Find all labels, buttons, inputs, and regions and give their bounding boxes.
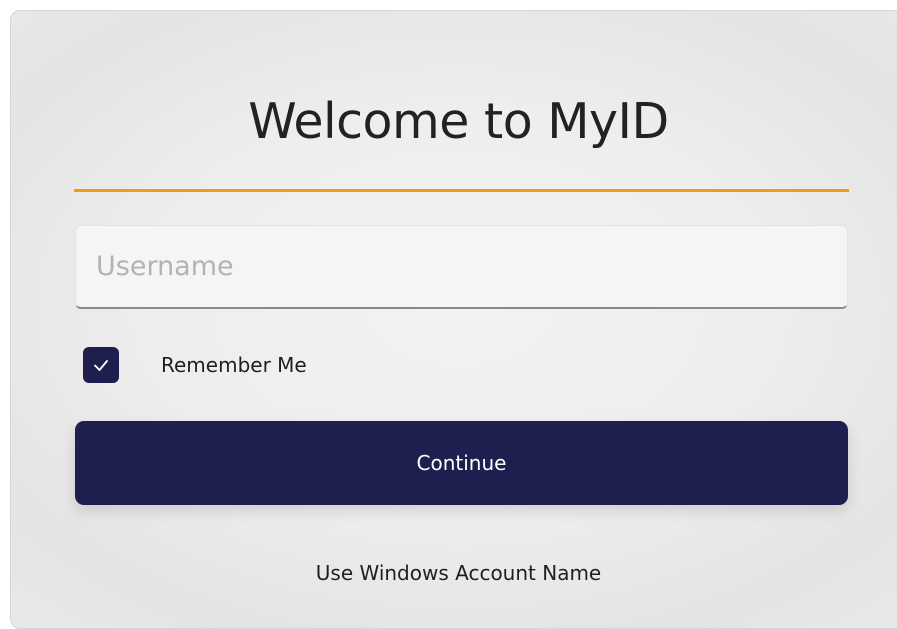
login-dialog: Welcome to MyID Remember Me Continue Use… [10, 10, 897, 629]
remember-me-label[interactable]: Remember Me [161, 353, 307, 377]
continue-button[interactable]: Continue [75, 421, 848, 505]
remember-me-row[interactable]: Remember Me [83, 347, 307, 383]
use-windows-account-link[interactable]: Use Windows Account Name [11, 561, 897, 585]
title-underline [74, 189, 849, 192]
remember-me-checkbox[interactable] [83, 347, 119, 383]
username-input[interactable] [75, 225, 848, 309]
page-title: Welcome to MyID [248, 93, 669, 150]
checkmark-icon [94, 360, 108, 371]
